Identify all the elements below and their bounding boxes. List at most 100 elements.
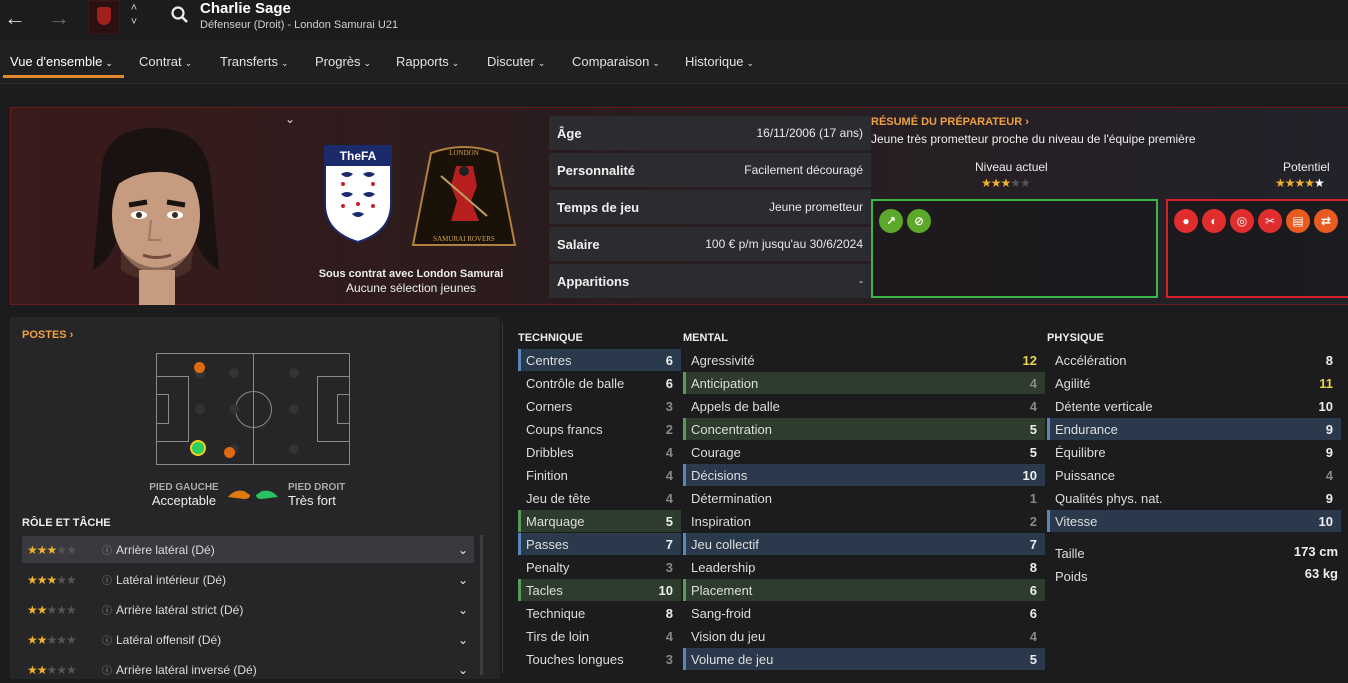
attribute-row[interactable]: Vision du jeu 4 xyxy=(683,625,1045,647)
attribute-row[interactable]: Marquage 5 xyxy=(518,510,681,532)
chevron-down-icon[interactable]: ˅ xyxy=(128,15,140,29)
attribute-row[interactable]: Vitesse 10 xyxy=(1047,510,1341,532)
attribute-row[interactable]: Penalty 3 xyxy=(518,556,681,578)
position-dot[interactable] xyxy=(195,404,205,414)
chevron-down-icon: ⌄ xyxy=(281,58,289,68)
role-row[interactable]: ★★★★★ ⓘ Latéral offensif (Dé) ⌄ xyxy=(22,626,474,653)
attribute-row[interactable]: Qualités phys. nat. 9 xyxy=(1047,487,1341,509)
role-row[interactable]: ★★★★★ ⓘ Arrière latéral strict (Dé) ⌄ xyxy=(22,596,474,623)
chevron-down-icon[interactable]: ⌄ xyxy=(285,112,295,126)
attribute-label: Dribbles xyxy=(526,444,574,460)
attribute-row[interactable]: Courage 5 xyxy=(683,441,1045,463)
club-crest-large[interactable]: LONDON SAMURAI ROVERS xyxy=(411,141,517,247)
attribute-row[interactable]: Technique 8 xyxy=(518,602,681,624)
info-row-personnalite: Personnalité Facilement découragé xyxy=(549,153,871,187)
coach-summary-link[interactable]: RÉSUMÉ DU PRÉPARATEUR › xyxy=(871,116,1029,128)
tab-comparaison[interactable]: Comparaison ⌄ xyxy=(572,54,660,69)
chevron-down-icon[interactable]: ⌄ xyxy=(458,663,474,677)
attribute-row[interactable]: Touches longues 3 xyxy=(518,648,681,670)
attribute-row[interactable]: Jeu de tête 4 xyxy=(518,487,681,509)
position-dot[interactable] xyxy=(289,444,299,454)
attribute-label: Concentration xyxy=(691,421,772,437)
attribute-row[interactable]: Équilibre 9 xyxy=(1047,441,1341,463)
attribute-row[interactable]: Détermination 1 xyxy=(683,487,1045,509)
attribute-row[interactable]: Inspiration 2 xyxy=(683,510,1045,532)
attribute-row[interactable]: Accélération 8 xyxy=(1047,349,1341,371)
document-icon[interactable]: ▤ xyxy=(1286,209,1310,233)
info-label: Âge xyxy=(557,125,582,141)
attribute-row[interactable]: Finition 4 xyxy=(518,464,681,486)
attribute-row[interactable]: Contrôle de balle 6 xyxy=(518,372,681,394)
head-icon[interactable]: ● xyxy=(1174,209,1198,233)
current-ability-stars: ★★★★★ xyxy=(981,176,1031,190)
position-pitch[interactable] xyxy=(156,353,350,465)
attribute-row[interactable]: Volume de jeu 5 xyxy=(683,648,1045,670)
heading-icon[interactable]: ◐ xyxy=(1202,209,1226,233)
info-value: - xyxy=(859,274,863,288)
tab-historique[interactable]: Historique ⌄ xyxy=(685,54,754,69)
attribute-row[interactable]: Dribbles 4 xyxy=(518,441,681,463)
position-dot[interactable] xyxy=(289,368,299,378)
tab-discuter[interactable]: Discuter ⌄ xyxy=(487,54,545,69)
tab-progres[interactable]: Progrès ⌄ xyxy=(315,54,371,69)
chevron-down-icon[interactable]: ⌄ xyxy=(458,543,474,557)
attribute-row[interactable]: Détente verticale 10 xyxy=(1047,395,1341,417)
chevron-down-icon[interactable]: ⌄ xyxy=(458,633,474,647)
attribute-row[interactable]: Agressivité 12 xyxy=(683,349,1045,371)
tab-contrat[interactable]: Contrat ⌄ xyxy=(139,54,192,69)
position-dot-competent[interactable] xyxy=(194,362,205,373)
attribute-row[interactable]: Agilité 11 xyxy=(1047,372,1341,394)
attribute-row[interactable]: Passes 7 xyxy=(518,533,681,555)
back-arrow-icon[interactable]: ← xyxy=(4,5,26,31)
attribute-row[interactable]: Centres 6 xyxy=(518,349,681,371)
chevron-down-icon[interactable]: ⌄ xyxy=(458,573,474,587)
attribute-row[interactable]: Appels de balle 4 xyxy=(683,395,1045,417)
attribute-row[interactable]: Coups francs 2 xyxy=(518,418,681,440)
positions-link[interactable]: POSTES › xyxy=(22,329,73,341)
club-crest-icon[interactable] xyxy=(88,0,120,34)
position-dot-competent[interactable] xyxy=(224,447,235,458)
info-icon[interactable]: ⓘ xyxy=(102,602,116,617)
position-dot[interactable] xyxy=(229,404,239,414)
swap-icon[interactable]: ⇄ xyxy=(1314,209,1338,233)
attribute-row[interactable]: Jeu collectif 7 xyxy=(683,533,1045,555)
chevron-down-icon[interactable]: ⌄ xyxy=(458,603,474,617)
role-row[interactable]: ★★★★★ ⓘ Latéral intérieur (Dé) ⌄ xyxy=(22,566,474,593)
attribute-row[interactable]: Placement 6 xyxy=(683,579,1045,601)
search-icon[interactable] xyxy=(170,4,190,26)
role-label: Arrière latéral (Dé) xyxy=(116,542,215,557)
chevron-down-icon: ⌄ xyxy=(363,58,372,68)
attribute-row[interactable]: Corners 3 xyxy=(518,395,681,417)
position-dot[interactable] xyxy=(229,368,239,378)
england-fa-crest[interactable]: TheFA xyxy=(323,144,393,244)
chevron-up-icon[interactable]: ˄ xyxy=(128,1,140,15)
target-icon[interactable]: ◎ xyxy=(1230,209,1254,233)
tab-transferts[interactable]: Transferts ⌄ xyxy=(220,54,289,69)
attribute-row[interactable]: Leadership 8 xyxy=(683,556,1045,578)
attribute-row[interactable]: Tirs de loin 4 xyxy=(518,625,681,647)
attribute-row[interactable]: Concentration 5 xyxy=(683,418,1045,440)
attribute-row[interactable]: Puissance 4 xyxy=(1047,464,1341,486)
attribute-row[interactable]: Sang-froid 6 xyxy=(683,602,1045,624)
position-dot-natural[interactable] xyxy=(190,440,206,456)
attribute-value: 4 xyxy=(665,490,673,506)
forward-arrow-icon[interactable]: → xyxy=(48,5,70,31)
scissors-icon[interactable]: ✂ xyxy=(1258,209,1282,233)
attribute-label: Touches longues xyxy=(526,651,624,667)
player-switcher[interactable]: ˄ ˅ xyxy=(128,1,140,29)
attribute-row[interactable]: Endurance 9 xyxy=(1047,418,1341,440)
position-dot[interactable] xyxy=(289,404,299,414)
tab-rapports[interactable]: Rapports ⌄ xyxy=(396,54,459,69)
roles-scrollbar[interactable] xyxy=(480,535,483,675)
info-icon[interactable]: ⓘ xyxy=(102,542,116,557)
info-icon[interactable]: ⓘ xyxy=(102,662,116,677)
tab-vue-ensemble[interactable]: Vue d'ensemble ⌄ xyxy=(10,54,113,69)
trend-up-icon[interactable]: ↗ xyxy=(879,209,903,233)
bandage-icon[interactable]: ⊘ xyxy=(907,209,931,233)
attribute-row[interactable]: Tacles 10 xyxy=(518,579,681,601)
role-row[interactable]: ★★★★★ ⓘ Arrière latéral (Dé) ⌄ xyxy=(22,536,474,563)
info-icon[interactable]: ⓘ xyxy=(102,632,116,647)
info-icon[interactable]: ⓘ xyxy=(102,572,116,587)
attribute-row[interactable]: Anticipation 4 xyxy=(683,372,1045,394)
attribute-row[interactable]: Décisions 10 xyxy=(683,464,1045,486)
